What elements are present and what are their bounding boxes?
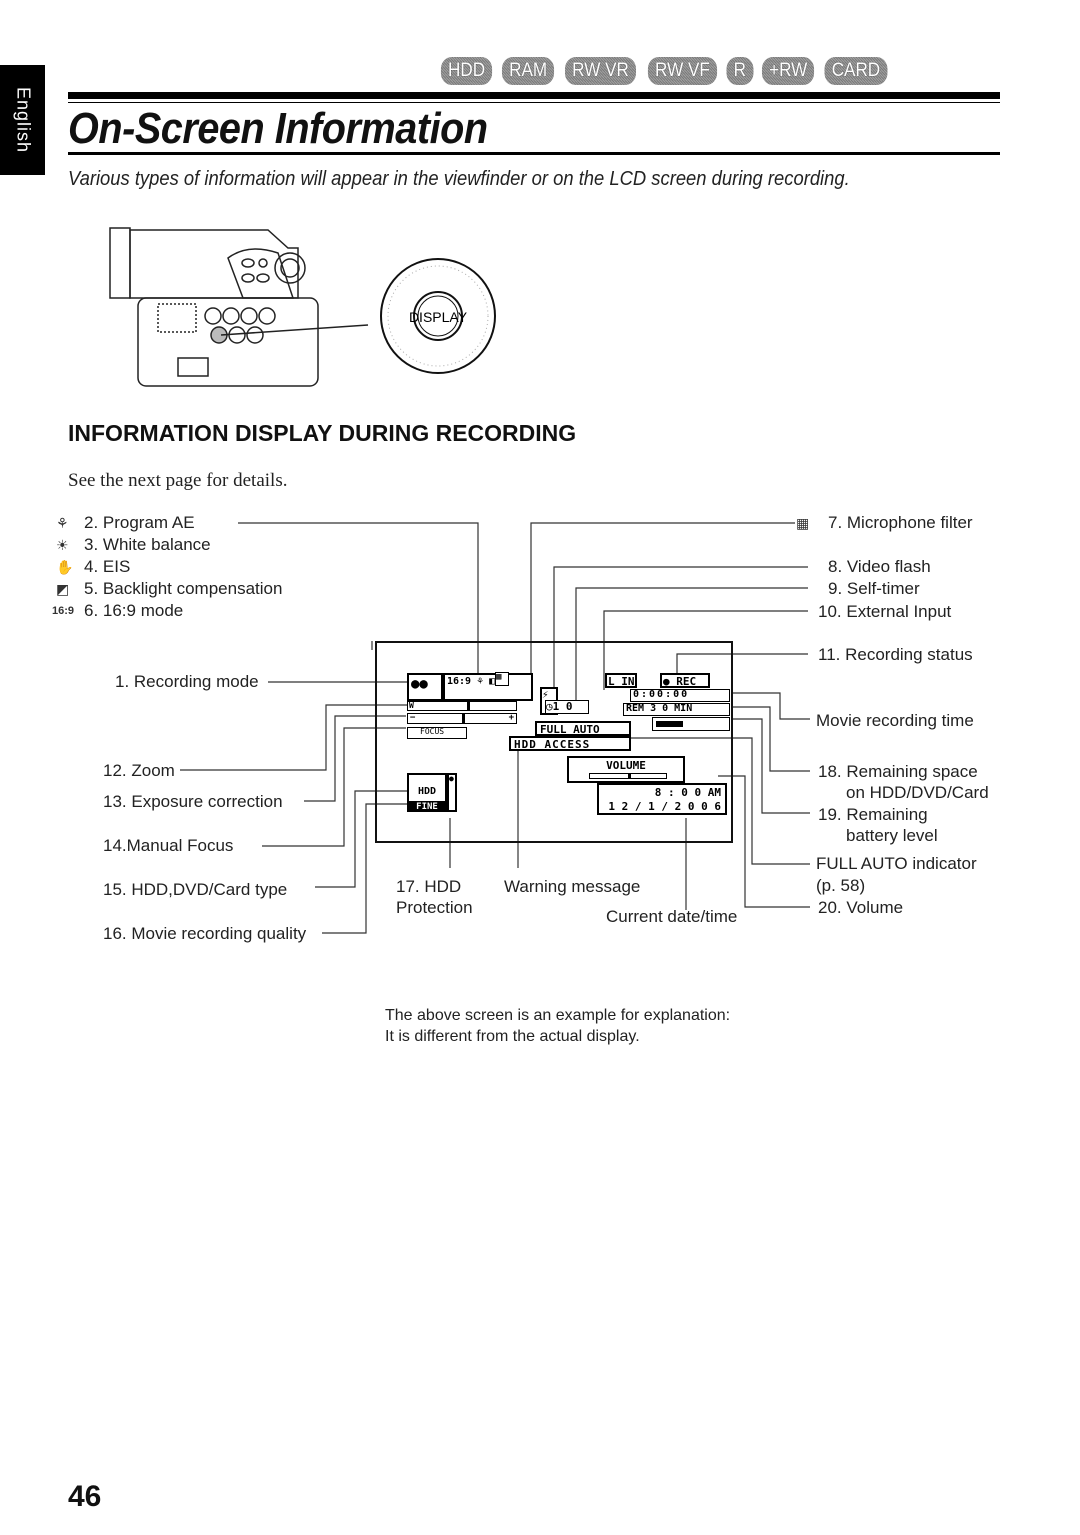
- callout-exposure: 13. Exposure correction: [103, 792, 283, 811]
- wide-mode-indicator: 16:9: [447, 676, 472, 687]
- callout-recording-status: 11. Recording status: [818, 645, 973, 664]
- display-button-zoom: DISPLAY: [380, 258, 496, 374]
- title-rule-top-thin: [68, 102, 1000, 103]
- badge-ram: RAM: [502, 57, 555, 85]
- badge-card: CARD: [824, 57, 888, 85]
- see-next-page: See the next page for details.: [68, 470, 288, 491]
- volume-indicator: VOLUME: [567, 756, 685, 783]
- footer-note: The above screen is an example for expla…: [385, 1005, 730, 1047]
- camera-side-panel: [137, 297, 319, 387]
- rec-label: REC: [676, 675, 697, 688]
- callout-volume: 20. Volume: [818, 898, 904, 917]
- callout-full-auto: FULL AUTO indicator: [816, 854, 977, 873]
- exposure-plus: +: [508, 713, 514, 723]
- zoom-bar: W: [407, 701, 517, 711]
- callout-recording-mode: 1. Recording mode: [115, 672, 259, 691]
- callout-media-type: 15. HDD,DVD/Card type: [103, 880, 288, 899]
- exposure-minus: −: [410, 713, 416, 723]
- manual-focus-indicator: FOCUS: [407, 727, 467, 739]
- footer-note-line2: It is different from the actual display.: [385, 1028, 640, 1045]
- badge-plus-rw: +RW: [761, 57, 815, 85]
- mode-icons-panel: 16:9 ⚘ ◧: [443, 673, 533, 701]
- callout-quality: 16. Movie recording quality: [103, 924, 307, 943]
- callout-eis: 4. EIS: [84, 557, 131, 576]
- self-timer-value: 1 0: [552, 700, 573, 713]
- badge-r: R: [726, 57, 754, 85]
- wide-mode-icon: 16:9: [52, 605, 75, 617]
- footer-note-line1: The above screen is an example for expla…: [385, 1007, 731, 1024]
- battery-indicator: [652, 717, 730, 731]
- exposure-position-marker: [462, 714, 465, 723]
- title-rule-bottom: [68, 152, 1000, 155]
- lcd-screen-diagram: ●● 16:9 ⚘ ◧ ▦ W − + FOCUS ⚡ ◷1 0 L IN ● …: [375, 641, 733, 843]
- callout-video-flash: 8. Video flash: [828, 557, 931, 576]
- mic-filter-icon: ▦: [796, 515, 810, 531]
- hdd-protection-indicator: ●: [447, 773, 457, 812]
- section-heading: INFORMATION DISPLAY DURING RECORDING: [68, 420, 577, 446]
- program-ae-icon: ⚘: [56, 515, 69, 531]
- leader-remaining: [733, 706, 810, 772]
- current-date: 1 2 / 1 / 2 0 0 6: [608, 800, 721, 813]
- camera-top-body: [129, 229, 299, 299]
- callout-program-ae: 2. Program AE: [84, 513, 195, 532]
- callout-remaining-space: 18. Remaining space: [818, 762, 978, 781]
- callout-remaining-space-2: on HDD/DVD/Card: [846, 783, 989, 802]
- callout-hdd-protection-2: Protection: [396, 898, 473, 917]
- mic-filter-indicator: ▦: [495, 672, 509, 686]
- callout-warning: Warning message: [504, 877, 641, 896]
- exposure-bar: − +: [407, 713, 517, 724]
- callout-hdd-protection: 17. HDD: [396, 877, 462, 896]
- callout-full-auto-page: (p. 58): [816, 876, 866, 895]
- current-time: 8 : 0 0 AM: [654, 786, 721, 799]
- badge-hdd: HDD: [440, 57, 493, 85]
- hdd-access-warning: HDD ACCESS: [509, 736, 631, 751]
- eis-icon: ✋: [56, 559, 74, 575]
- badge-rw-vr: RW VR: [565, 57, 637, 85]
- language-label: English: [13, 86, 33, 154]
- speaker-grille: [157, 303, 197, 333]
- callout-movie-recording-time: Movie recording time: [816, 711, 974, 730]
- language-tab: English: [0, 65, 45, 175]
- callout-16-9-mode: 6. 16:9 mode: [84, 601, 184, 620]
- media-badges: HDD RAM RW VR RW VF R +RW CARD: [438, 57, 891, 85]
- display-button-label: DISPLAY: [409, 309, 468, 325]
- line-in-indicator: L IN: [605, 673, 637, 688]
- callout-battery-2: battery level: [846, 826, 938, 845]
- callout-mic-filter: 7. Microphone filter: [828, 513, 973, 532]
- focus-label: FOCUS: [420, 727, 445, 736]
- battery-level-fill: [656, 721, 683, 727]
- quality-indicator: FINE: [407, 801, 447, 812]
- page-title: On-Screen Information: [68, 104, 488, 153]
- self-timer-indicator: ◷1 0: [545, 700, 589, 714]
- zoom-position-marker: [467, 702, 471, 710]
- callout-backlight: 5. Backlight compensation: [84, 579, 283, 598]
- white-balance-icon: ☀: [56, 537, 69, 553]
- callout-zoom: 12. Zoom: [103, 761, 175, 780]
- leader-rec-time: [733, 692, 810, 720]
- callout-manual-focus: 14.Manual Focus: [103, 836, 234, 855]
- volume-marker: [628, 773, 631, 779]
- rec-status-indicator: ● REC: [660, 673, 710, 688]
- leader-battery: [733, 718, 810, 814]
- remaining-space-indicator: REM 3 0 MIN: [623, 703, 730, 716]
- date-time-display: 8 : 0 0 AM 1 2 / 1 / 2 0 0 6: [597, 783, 727, 815]
- badge-rw-vf: RW VF: [648, 57, 718, 85]
- camcorder-illustration: DISPLAY: [109, 227, 496, 387]
- lcd-panel: [109, 227, 131, 299]
- title-rule-top: [68, 92, 1000, 99]
- full-auto-indicator: FULL AUTO: [535, 721, 631, 736]
- page-number: 46: [68, 1480, 102, 1513]
- callout-white-balance: 3. White balance: [84, 535, 211, 554]
- callout-battery: 19. Remaining: [818, 805, 928, 824]
- zoom-w-label: W: [409, 701, 414, 710]
- volume-bar: [589, 773, 667, 779]
- callout-self-timer: 9. Self-timer: [828, 579, 920, 598]
- callout-external-input: 10. External Input: [818, 602, 952, 621]
- movie-recording-time: 0:00:00: [630, 689, 730, 702]
- recording-mode-icon: ●●: [407, 673, 443, 701]
- callout-datetime: Current date/time: [606, 907, 738, 926]
- backlight-icon: ◩: [56, 581, 70, 597]
- volume-label: VOLUME: [606, 759, 646, 772]
- intro-text: Various types of information will appear…: [68, 168, 850, 190]
